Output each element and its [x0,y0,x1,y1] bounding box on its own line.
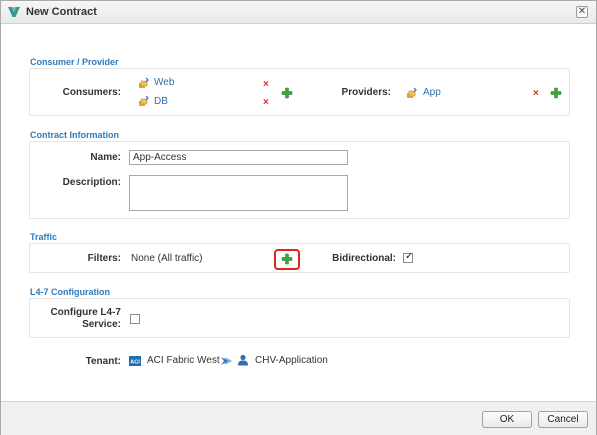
app-logo-icon [8,7,20,17]
tenant-application-name: CHV-Application [255,355,328,366]
remove-consumer-db-button[interactable]: × [263,98,269,108]
tenant-arrow-icon [221,357,232,365]
add-provider-plus-icon[interactable] [550,87,562,99]
description-textarea[interactable] [129,175,348,211]
add-consumer-plus-icon[interactable] [281,87,293,99]
aci-badge-text: ACI [130,360,140,366]
section-title-consumer-provider: Consumer / Provider [30,57,119,67]
bidirectional-label: Bidirectional: [332,253,396,264]
remove-provider-app-button[interactable]: × [533,89,539,99]
consumer-web-link[interactable]: Web [154,77,174,88]
configure-l47-checkbox[interactable] [130,314,140,324]
section-title-l47-configuration: L4-7 Configuration [30,287,110,297]
cancel-button[interactable]: Cancel [538,411,588,428]
user-icon [238,354,248,366]
providers-label: Providers: [341,87,391,98]
name-label: Name: [90,152,121,163]
epg-icon [139,95,149,106]
section-title-traffic: Traffic [30,232,58,242]
check-icon: ✓ [405,251,414,262]
aci-fabric-icon: ACI [129,356,141,366]
section-title-contract-information: Contract Information [30,130,119,140]
filters-value: None (All traffic) [131,253,203,264]
remove-consumer-web-button[interactable]: × [263,80,269,90]
epg-icon [407,87,417,98]
dialog-titlebar[interactable]: New Contract ✕ [1,1,596,24]
provider-app-link[interactable]: App [423,87,441,98]
dialog-title: New Contract [26,6,97,18]
new-contract-dialog: New Contract ✕ Consumer / Provider Consu… [0,0,597,435]
dialog-footer: OK Cancel [1,401,596,435]
configure-l47-label-line1: Configure L4-7 [50,307,121,318]
consumers-label: Consumers: [62,87,121,98]
add-filter-plus-icon[interactable] [281,253,293,265]
configure-l47-label-line2: Service: [82,319,121,330]
epg-icon [139,77,149,88]
description-label: Description: [62,177,121,188]
close-icon: ✕ [577,6,587,17]
bidirectional-checkbox[interactable]: ✓ [403,251,414,263]
filters-label: Filters: [87,253,121,264]
tenant-fabric-name: ACI Fabric West [147,355,220,366]
tenant-label: Tenant: [85,356,121,367]
l47-panel [29,298,570,338]
ok-button[interactable]: OK [482,411,532,428]
name-input[interactable] [129,150,348,165]
close-button[interactable]: ✕ [576,6,588,18]
consumer-db-link[interactable]: DB [154,96,168,107]
